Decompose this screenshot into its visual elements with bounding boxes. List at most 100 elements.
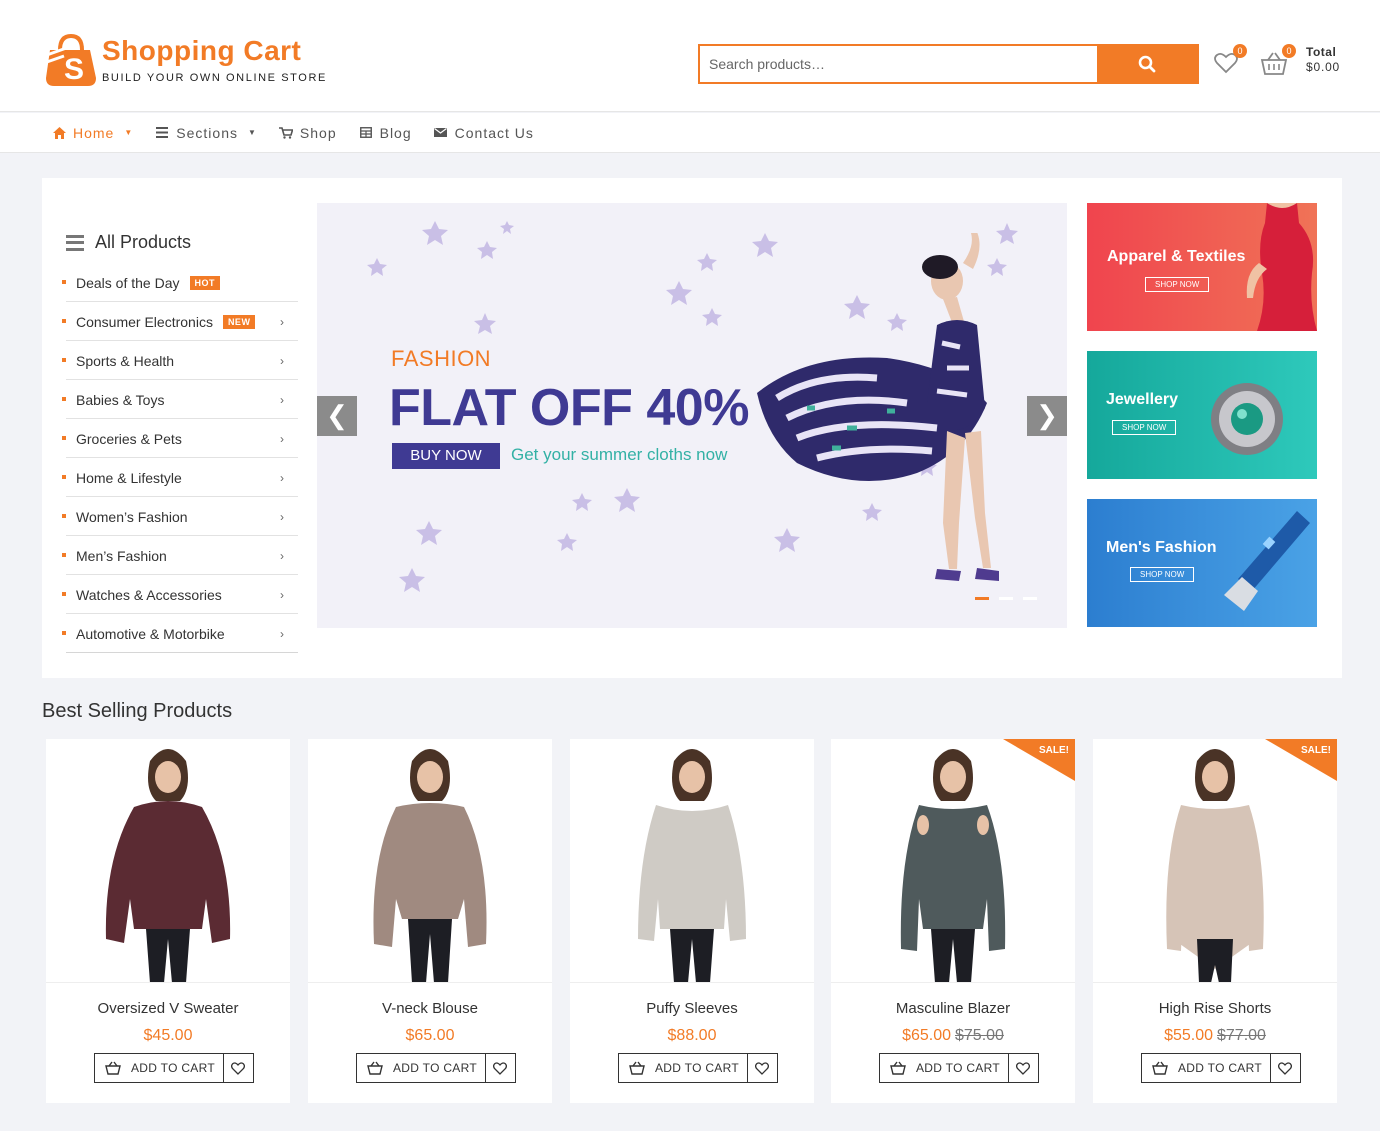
chevron-left-icon: ❮ xyxy=(326,400,348,430)
slider-dot[interactable] xyxy=(999,597,1013,600)
product-actions: ADD TO CART xyxy=(879,1053,1039,1083)
best-selling-title: Best Selling Products xyxy=(42,700,233,722)
nav-contact-label: Contact Us xyxy=(454,124,534,141)
product-image[interactable] xyxy=(46,739,290,983)
category-item[interactable]: Deals of the Day HOT xyxy=(62,263,298,302)
category-item[interactable]: Babies & Toys › xyxy=(62,380,298,419)
category-label: Watches & Accessories xyxy=(76,586,222,603)
buy-now-button[interactable]: BUY NOW xyxy=(392,443,500,469)
add-to-cart-button[interactable]: ADD TO CART xyxy=(618,1053,748,1083)
category-menu-title[interactable]: All Products xyxy=(66,232,298,253)
category-item[interactable]: Groceries & Pets › xyxy=(62,419,298,458)
current-price: $65.00 xyxy=(902,1027,951,1044)
product-actions: ADD TO CART xyxy=(356,1053,516,1083)
banner-mens-fashion[interactable]: Men's Fashion SHOP NOW xyxy=(1087,499,1317,627)
product-name[interactable]: Masculine Blazer xyxy=(831,1000,1075,1017)
shop-now-button[interactable]: SHOP NOW xyxy=(1112,420,1177,435)
product-name[interactable]: High Rise Shorts xyxy=(1093,1000,1337,1017)
slider-next-button[interactable]: ❯ xyxy=(1027,396,1067,436)
category-item[interactable]: Home & Lifestyle › xyxy=(62,458,298,497)
shop-now-button[interactable]: SHOP NOW xyxy=(1145,277,1210,292)
ring-image xyxy=(1211,383,1283,455)
search-button[interactable] xyxy=(1097,46,1197,82)
slider-headline: FLAT OFF 40% xyxy=(389,379,749,437)
category-item[interactable]: Sports & Health › xyxy=(62,341,298,380)
category-label: Automotive & Motorbike xyxy=(76,625,225,642)
slider-dot[interactable] xyxy=(1023,597,1037,600)
nav-home[interactable]: Home ▼ xyxy=(52,125,133,141)
add-to-cart-label: ADD TO CART xyxy=(131,1061,215,1075)
chevron-down-icon: ▼ xyxy=(247,128,257,137)
category-item[interactable]: Women’s Fashion › xyxy=(62,497,298,536)
product-actions: ADD TO CART xyxy=(94,1053,254,1083)
category-item[interactable]: Watches & Accessories › xyxy=(62,575,298,614)
product-price: $65.00 xyxy=(308,1027,552,1045)
nav-home-label: Home xyxy=(73,124,115,141)
add-to-cart-button[interactable]: ADD TO CART xyxy=(1141,1053,1271,1083)
dress-image xyxy=(1246,203,1317,331)
total-value: $0.00 xyxy=(1306,60,1341,74)
add-to-wishlist-button[interactable] xyxy=(223,1053,254,1083)
basket-icon xyxy=(1152,1061,1168,1075)
nav-shop-label: Shop xyxy=(299,124,337,141)
cart-button[interactable]: 0 xyxy=(1260,44,1296,78)
banner-title: Jewellery xyxy=(1106,391,1179,408)
search-input[interactable] xyxy=(700,46,1097,82)
site-logo[interactable]: S Shopping Cart BUILD YOUR OWN ONLINE ST… xyxy=(42,30,327,88)
nav-sections-label: Sections xyxy=(176,124,238,141)
hero-panel: All Products Deals of the Day HOT Consum… xyxy=(42,178,1342,678)
product-image[interactable] xyxy=(570,739,814,983)
slider-dot[interactable] xyxy=(975,597,989,600)
add-to-wishlist-button[interactable] xyxy=(1008,1053,1039,1083)
banner-title: Apparel & Textiles xyxy=(1107,248,1246,265)
add-to-cart-button[interactable]: ADD TO CART xyxy=(94,1053,224,1083)
product-name[interactable]: Oversized V Sweater xyxy=(46,1000,290,1017)
current-price: $65.00 xyxy=(405,1027,455,1044)
category-item[interactable]: Consumer Electronics NEW › xyxy=(62,302,298,341)
search-bar xyxy=(698,44,1199,84)
add-to-wishlist-button[interactable] xyxy=(1270,1053,1301,1083)
product-price: $55.00 $77.00 xyxy=(1093,1027,1337,1045)
model-image xyxy=(757,233,999,581)
product-name[interactable]: Puffy Sleeves xyxy=(570,1000,814,1017)
add-to-cart-button[interactable]: ADD TO CART xyxy=(879,1053,1009,1083)
product-name[interactable]: V-neck Blouse xyxy=(308,1000,552,1017)
trimmer-image xyxy=(1224,511,1310,611)
category-label: Groceries & Pets xyxy=(76,430,182,447)
category-label: Deals of the Day xyxy=(76,274,180,291)
old-price: $75.00 xyxy=(955,1027,1004,1044)
nav-blog[interactable]: Blog xyxy=(359,125,412,141)
current-price: $88.00 xyxy=(667,1027,717,1044)
logo-title: Shopping Cart xyxy=(102,35,302,66)
nav-sections[interactable]: Sections ▼ xyxy=(155,125,257,141)
add-to-wishlist-button[interactable] xyxy=(485,1053,516,1083)
current-price: $55.00 xyxy=(1164,1027,1213,1044)
product-image[interactable] xyxy=(308,739,552,983)
menu-icon xyxy=(66,234,84,251)
product-card: SALE! Masculine Blazer $65.00 $75.00 ADD … xyxy=(831,739,1075,1103)
add-to-cart-label: ADD TO CART xyxy=(916,1061,1000,1075)
chevron-right-icon: › xyxy=(280,470,284,485)
cart-count: 0 xyxy=(1282,44,1296,58)
svg-text:S: S xyxy=(64,53,84,86)
add-to-cart-button[interactable]: ADD TO CART xyxy=(356,1053,486,1083)
category-item[interactable]: Automotive & Motorbike › xyxy=(62,614,298,653)
add-to-wishlist-button[interactable] xyxy=(747,1053,778,1083)
chevron-right-icon: › xyxy=(280,314,284,329)
banner-jewellery[interactable]: Jewellery SHOP NOW xyxy=(1087,351,1317,479)
wishlist-button[interactable]: 0 xyxy=(1213,44,1247,78)
category-item[interactable]: Men’s Fashion › xyxy=(62,536,298,575)
nav-contact[interactable]: Contact Us xyxy=(434,125,534,141)
shop-now-button[interactable]: SHOP NOW xyxy=(1130,567,1195,582)
heart-icon xyxy=(231,1061,246,1075)
basket-icon xyxy=(105,1061,121,1075)
heart-icon xyxy=(1278,1061,1293,1075)
cart-total[interactable]: Total $0.00 xyxy=(1306,45,1340,75)
slider-prev-button[interactable]: ❮ xyxy=(317,396,357,436)
category-label: Men’s Fashion xyxy=(76,547,167,564)
banner-apparel[interactable]: Apparel & Textiles SHOP NOW xyxy=(1087,203,1317,331)
chevron-right-icon: › xyxy=(280,392,284,407)
nav-shop[interactable]: Shop xyxy=(278,124,337,141)
sale-label: SALE! xyxy=(1039,745,1069,756)
envelope-icon xyxy=(434,126,448,140)
